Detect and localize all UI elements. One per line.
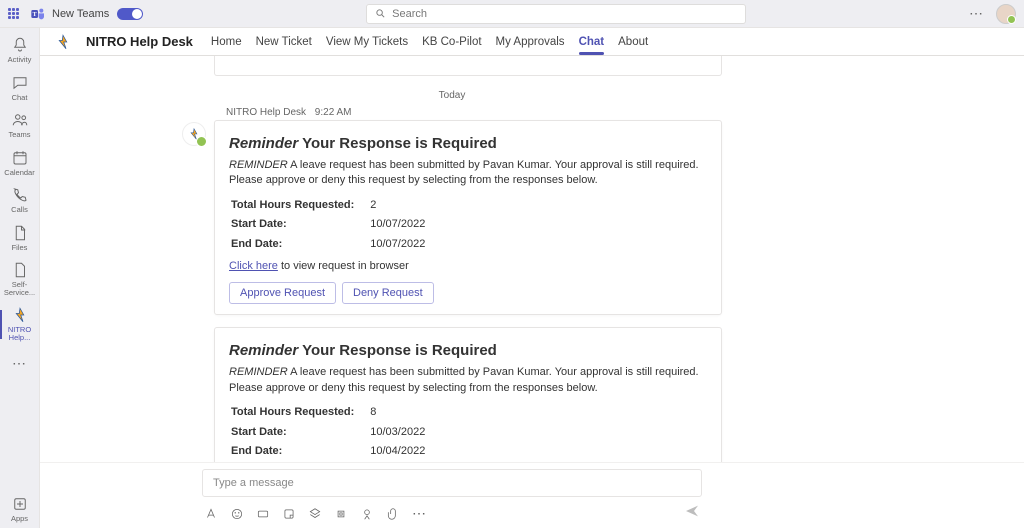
stage: NITRO Help Desk Home New Ticket View My …: [40, 28, 1024, 528]
adaptive-card: Reminder Your Response is Required REMIN…: [214, 120, 722, 315]
compose-input[interactable]: Type a message: [202, 469, 702, 497]
message-header: NITRO Help Desk 9:22 AM: [226, 107, 722, 118]
tab-chat[interactable]: Chat: [579, 30, 605, 54]
doc-icon: [11, 261, 29, 279]
people-icon: [11, 111, 29, 129]
send-button[interactable]: [684, 503, 700, 524]
previous-card-stub: [214, 56, 722, 76]
compose-placeholder: Type a message: [213, 477, 294, 489]
message-row: Reminder Your Response is Required REMIN…: [182, 327, 722, 462]
more-icon[interactable]: ⋯: [969, 5, 984, 22]
attach-icon[interactable]: [386, 507, 400, 521]
calendar-icon: [11, 149, 29, 167]
file-icon: [11, 224, 29, 242]
tab-new-ticket[interactable]: New Ticket: [256, 30, 312, 54]
phone-icon: [11, 186, 29, 204]
message-composer: Type a message ⋯: [40, 462, 1024, 528]
format-icon[interactable]: [204, 507, 218, 521]
nitro-app-logo-icon: [54, 33, 72, 51]
extension-icon[interactable]: [308, 507, 322, 521]
card-details-table: Total Hours Requested:2 Start Date:10/07…: [229, 195, 441, 255]
card-body: REMINDER A leave request has been submit…: [229, 158, 707, 189]
more-actions-icon[interactable]: ⋯: [412, 505, 427, 522]
day-divider: Today: [182, 90, 722, 101]
app-rail: Activity Chat Teams Calendar Calls Files…: [0, 28, 40, 528]
search-input[interactable]: Search: [366, 4, 746, 24]
app-launcher-icon[interactable]: [8, 8, 22, 19]
sender-name: NITRO Help Desk: [226, 107, 306, 118]
tab-view-my-tickets[interactable]: View My Tickets: [326, 30, 408, 54]
app-header: NITRO Help Desk Home New Ticket View My …: [40, 28, 1024, 56]
rail-more[interactable]: ⋯: [0, 347, 40, 380]
tab-home[interactable]: Home: [211, 30, 242, 54]
compose-toolbar: ⋯: [202, 497, 702, 524]
search-icon: [375, 8, 386, 19]
rail-teams[interactable]: Teams: [0, 107, 40, 145]
svg-text:T: T: [33, 12, 37, 18]
tab-about[interactable]: About: [618, 30, 648, 54]
chat-scroll: Today NITRO Help Desk 9:22 AM Reminder Y…: [40, 56, 1024, 462]
apps-icon: [11, 495, 29, 513]
nitro-logo-icon: [11, 306, 29, 324]
bot-avatar: [182, 122, 206, 146]
adaptive-card: Reminder Your Response is Required REMIN…: [214, 327, 722, 462]
card-link-row: Click here to view request in browser: [229, 259, 707, 274]
rail-calls[interactable]: Calls: [0, 182, 40, 220]
app-title: NITRO Help Desk: [86, 34, 193, 49]
card-details-table: Total Hours Requested:8 Start Date:10/03…: [229, 402, 441, 462]
loop-icon[interactable]: [334, 507, 348, 521]
card-title: Reminder Your Response is Required: [229, 340, 707, 361]
message-timestamp: 9:22 AM: [315, 107, 352, 118]
card-title: Reminder Your Response is Required: [229, 133, 707, 154]
product-label: New Teams: [52, 8, 109, 20]
rail-calendar[interactable]: Calendar: [0, 145, 40, 183]
message-row: Reminder Your Response is Required REMIN…: [182, 120, 722, 315]
nitro-bot-icon: [187, 127, 201, 141]
new-teams-toggle[interactable]: [117, 8, 143, 20]
rail-apps[interactable]: Apps: [0, 491, 40, 528]
approve-button[interactable]: Approve Request: [229, 282, 336, 304]
title-bar: T New Teams Search ⋯: [0, 0, 1024, 28]
user-avatar[interactable]: [996, 4, 1016, 24]
send-icon: [684, 503, 700, 519]
search-placeholder: Search: [392, 8, 427, 20]
tab-my-approvals[interactable]: My Approvals: [496, 30, 565, 54]
chat-icon: [11, 74, 29, 92]
rail-selfservice[interactable]: Self-Service...: [0, 257, 40, 302]
view-in-browser-link[interactable]: Click here: [229, 260, 278, 272]
card-body: REMINDER A leave request has been submit…: [229, 365, 707, 396]
rail-nitro-helpdesk[interactable]: NITRO Help...: [0, 302, 40, 347]
ellipsis-icon: ⋯: [12, 355, 27, 371]
rail-files[interactable]: Files: [0, 220, 40, 258]
teams-logo-icon: T: [30, 6, 46, 22]
bell-icon: [11, 36, 29, 54]
deny-button[interactable]: Deny Request: [342, 282, 434, 304]
praise-icon[interactable]: [360, 507, 374, 521]
rail-activity[interactable]: Activity: [0, 32, 40, 70]
gif-icon[interactable]: [256, 507, 270, 521]
sticker-icon[interactable]: [282, 507, 296, 521]
tab-kb-copilot[interactable]: KB Co-Pilot: [422, 30, 481, 54]
emoji-icon[interactable]: [230, 507, 244, 521]
rail-chat[interactable]: Chat: [0, 70, 40, 108]
